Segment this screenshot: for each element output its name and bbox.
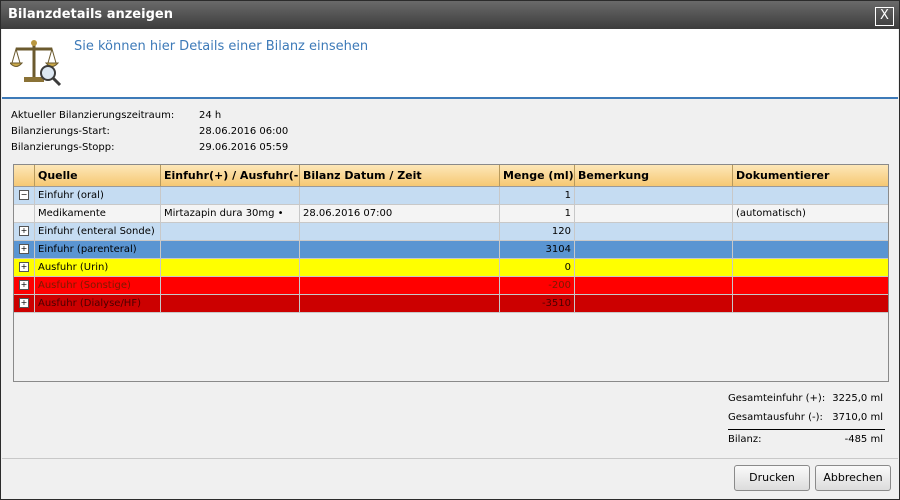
row-indicator-cell: + [14, 259, 34, 277]
expand-toggle-icon[interactable]: + [19, 280, 29, 290]
expand-toggle-icon[interactable]: + [19, 226, 29, 236]
row-indicator-cell: + [14, 241, 34, 259]
cell-quelle: Medikamente [34, 205, 160, 223]
cell-bemerkung [574, 295, 732, 313]
total-value: 3225,0 ml [832, 393, 883, 404]
header-einfuhr-ausfuhr[interactable]: Einfuhr(+) / Ausfuhr(-) [160, 165, 299, 186]
total-value: -485 ml [844, 434, 883, 445]
cell-menge: -3510 [499, 295, 574, 313]
expand-toggle-icon[interactable]: + [19, 298, 29, 308]
cell-datum [299, 187, 499, 205]
info-label: Bilanzierungs-Stopp: [11, 142, 115, 153]
cell-dokumentierer [732, 259, 888, 277]
cell-einfuhr-ausfuhr [160, 187, 299, 205]
expand-toggle-icon[interactable]: − [19, 190, 29, 200]
title-bar: Bilanzdetails anzeigen X [1, 1, 899, 29]
cell-bemerkung [574, 277, 732, 295]
header-panel: Sie können hier Details einer Bilanz ein… [2, 29, 898, 99]
cell-bemerkung [574, 187, 732, 205]
cell-menge: 120 [499, 223, 574, 241]
dialog-window: Bilanzdetails anzeigen X Sie können hier… [0, 0, 900, 500]
cell-datum [299, 223, 499, 241]
button-bar: Drucken Abbrechen [2, 458, 898, 499]
cell-quelle: Einfuhr (enteral Sonde) [34, 223, 160, 241]
totals-divider [728, 429, 885, 430]
cell-bemerkung [574, 241, 732, 259]
cell-dokumentierer [732, 223, 888, 241]
cell-datum [299, 295, 499, 313]
table-row[interactable]: + Einfuhr (parenteral) 3104 [14, 241, 888, 259]
cancel-button[interactable]: Abbrechen [815, 465, 891, 491]
cell-menge: 0 [499, 259, 574, 277]
row-indicator-cell: − [14, 187, 34, 205]
cell-menge: 1 [499, 187, 574, 205]
cell-einfuhr-ausfuhr [160, 241, 299, 259]
cell-dokumentierer [732, 241, 888, 259]
header-dokumentierer[interactable]: Dokumentierer [732, 165, 888, 186]
cell-bemerkung [574, 259, 732, 277]
table-row[interactable]: + Einfuhr (enteral Sonde) 120 [14, 223, 888, 241]
table-row[interactable]: + Ausfuhr (Sonstige) -200 [14, 277, 888, 295]
total-value: 3710,0 ml [832, 412, 883, 423]
header-indicator-cell [14, 165, 34, 186]
expand-toggle-icon[interactable]: + [19, 244, 29, 254]
cell-einfuhr-ausfuhr: Mirtazapin dura 30mg • [160, 205, 299, 223]
cell-quelle: Ausfuhr (Sonstige) [34, 277, 160, 295]
scales-icon [10, 40, 62, 87]
cell-menge: -200 [499, 277, 574, 295]
info-label: Aktueller Bilanzierungszeitraum: [11, 110, 175, 121]
row-indicator-cell: + [14, 223, 34, 241]
row-indicator-cell: + [14, 295, 34, 313]
cell-quelle: Einfuhr (parenteral) [34, 241, 160, 259]
cell-bemerkung [574, 223, 732, 241]
cell-datum: 28.06.2016 07:00 [299, 205, 499, 223]
info-value: 29.06.2016 05:59 [199, 142, 289, 153]
row-indicator-cell [14, 205, 34, 223]
table-row[interactable]: Medikamente Mirtazapin dura 30mg • 28.06.2… [14, 205, 888, 223]
dialog-subtitle: Sie können hier Details einer Bilanz ein… [74, 39, 369, 54]
info-value: 28.06.2016 06:00 [199, 126, 289, 137]
cell-quelle: Ausfuhr (Urin) [34, 259, 160, 277]
table-row[interactable]: − Einfuhr (oral) 1 [14, 187, 888, 205]
expand-toggle-icon[interactable]: + [19, 262, 29, 272]
cell-menge: 1 [499, 205, 574, 223]
header-bemerkung[interactable]: Bemerkung [574, 165, 732, 186]
cell-bemerkung [574, 205, 732, 223]
cell-quelle: Ausfuhr (Dialyse/HF) [34, 295, 160, 313]
table-row[interactable]: + Ausfuhr (Dialyse/HF) -3510 [14, 295, 888, 313]
cell-einfuhr-ausfuhr [160, 295, 299, 313]
cell-dokumentierer: (automatisch) [732, 205, 888, 223]
cell-einfuhr-ausfuhr [160, 259, 299, 277]
window-title: Bilanzdetails anzeigen [8, 7, 173, 22]
row-indicator-cell: + [14, 277, 34, 295]
cell-dokumentierer [732, 187, 888, 205]
cell-dokumentierer [732, 277, 888, 295]
cell-einfuhr-ausfuhr [160, 223, 299, 241]
cell-einfuhr-ausfuhr [160, 277, 299, 295]
header-menge[interactable]: Menge (ml) [499, 165, 574, 186]
table-header: Quelle Einfuhr(+) / Ausfuhr(-) Bilanz Da… [14, 165, 888, 187]
table-row[interactable]: + Ausfuhr (Urin) 0 [14, 259, 888, 277]
info-label: Bilanzierungs-Start: [11, 126, 110, 137]
balance-table[interactable]: Quelle Einfuhr(+) / Ausfuhr(-) Bilanz Da… [13, 164, 889, 382]
cell-datum [299, 241, 499, 259]
cell-menge: 3104 [499, 241, 574, 259]
cell-datum [299, 259, 499, 277]
cell-datum [299, 277, 499, 295]
header-quelle[interactable]: Quelle [34, 165, 160, 186]
print-button[interactable]: Drucken [734, 465, 810, 491]
total-label: Bilanz: [728, 434, 762, 445]
info-value: 24 h [199, 110, 222, 121]
header-datum[interactable]: Bilanz Datum / Zeit [299, 165, 499, 186]
cell-quelle: Einfuhr (oral) [34, 187, 160, 205]
cell-dokumentierer [732, 295, 888, 313]
total-label: Gesamtausfuhr (-): [728, 412, 823, 423]
total-label: Gesamteinfuhr (+): [728, 393, 826, 404]
close-button[interactable]: X [875, 7, 894, 26]
